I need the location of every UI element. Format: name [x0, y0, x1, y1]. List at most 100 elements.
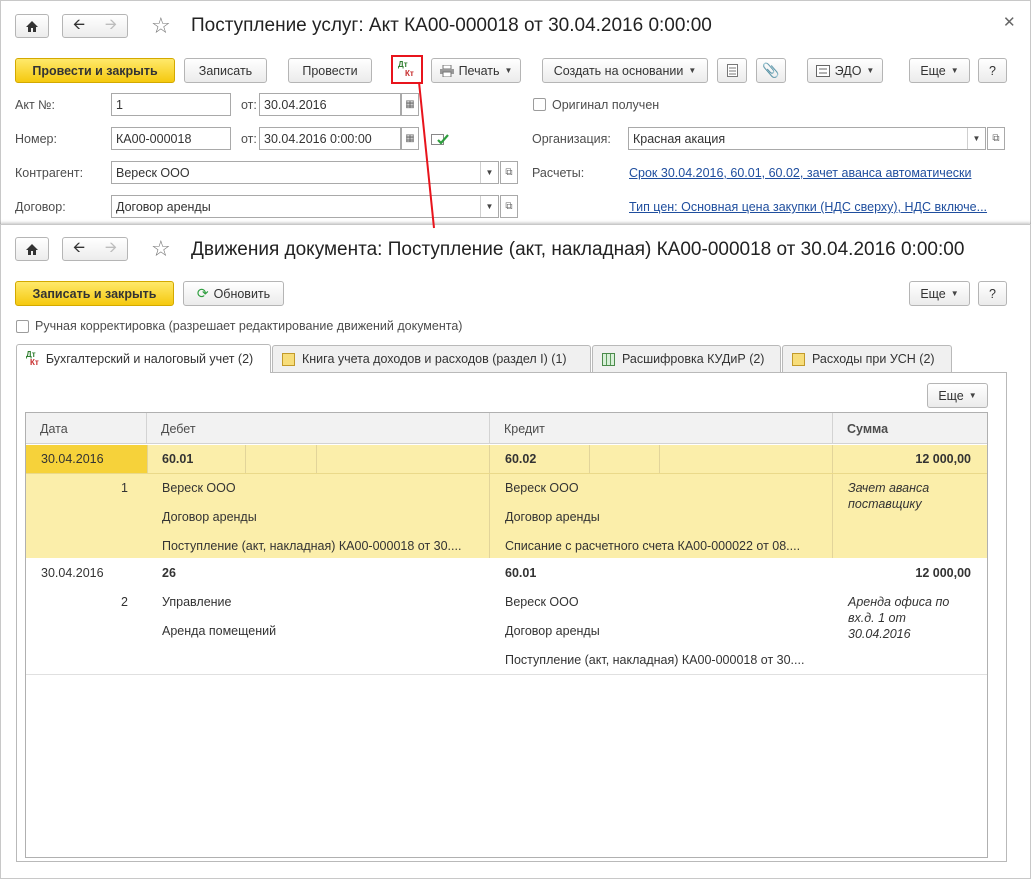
forward-arrow-icon[interactable]: 🡪: [95, 15, 127, 37]
kt-label: Кт: [405, 69, 414, 78]
home-icon: [26, 243, 38, 255]
chevron-down-icon: ▼: [950, 66, 959, 75]
contractor-field[interactable]: Вереск ООО ▼: [111, 161, 499, 184]
grid-more-label: Еще: [938, 388, 964, 403]
save-button[interactable]: Записать: [184, 58, 267, 83]
home-button[interactable]: [15, 237, 49, 261]
open-icon[interactable]: ⧉: [500, 195, 518, 218]
tab-usn-expenses-label: Расходы при УСН (2): [812, 352, 935, 366]
help-button[interactable]: ?: [978, 281, 1007, 306]
row-date: 30.04.2016: [41, 566, 104, 580]
calendar-icon[interactable]: ▦: [401, 127, 419, 150]
number-field[interactable]: КА00-000018: [111, 127, 231, 150]
edo-label: ЭДО: [834, 63, 862, 78]
tab-income-book[interactable]: Книга учета доходов и расходов (раздел I…: [272, 345, 591, 372]
refresh-label: Обновить: [213, 286, 271, 301]
row-date: 30.04.2016: [41, 452, 104, 466]
debit-account: 60.01: [162, 452, 194, 466]
contract-field[interactable]: Договор аренды ▼: [111, 195, 499, 218]
more-button[interactable]: Еще ▼: [909, 58, 970, 83]
more-button[interactable]: Еще ▼: [909, 281, 970, 306]
document-icon: [726, 64, 738, 77]
credit-account: 60.02: [505, 452, 537, 466]
open-icon[interactable]: ⧉: [987, 127, 1005, 150]
register-icon: [282, 352, 295, 366]
chevron-down-icon: ▼: [968, 391, 977, 400]
debit-subconto-1: Вереск ООО: [162, 481, 236, 495]
column-header-date[interactable]: Дата: [26, 413, 147, 444]
movements-table: Дата Дебет Кредит Сумма 30.04.2016 1 60.…: [25, 412, 988, 858]
kt-label: Кт: [30, 358, 39, 367]
manual-correction-checkbox[interactable]: [16, 320, 29, 333]
number-date-field[interactable]: 30.04.2016 0:00:00: [259, 127, 401, 150]
chevron-down-icon[interactable]: ▼: [480, 196, 498, 217]
debit-subconto-2: Аренда помещений: [162, 624, 277, 638]
refresh-icon: ⟳: [196, 285, 209, 301]
document-window: 🡨 🡪 ☆ Поступление услуг: Акт КА00-000018…: [0, 0, 1031, 226]
credit-subconto-2: Договор аренды: [505, 510, 600, 524]
column-header-debit[interactable]: Дебет: [147, 413, 490, 444]
tab-income-book-label: Книга учета доходов и расходов (раздел I…: [302, 352, 567, 366]
edo-button[interactable]: ЭДО ▼: [807, 58, 883, 83]
number-label: Номер:: [15, 132, 57, 146]
back-arrow-icon[interactable]: 🡨: [63, 15, 95, 37]
create-based-on-button[interactable]: Создать на основании ▼: [542, 58, 708, 83]
chevron-down-icon[interactable]: ▼: [967, 128, 985, 149]
refresh-button[interactable]: ⟳ Обновить: [183, 281, 284, 306]
act-number-label: Акт №:: [15, 98, 56, 112]
save-and-close-button[interactable]: Записать и закрыть: [15, 281, 174, 306]
debit-subconto-1: Управление: [162, 595, 232, 609]
row-note-line-2: вх.д. 1 от: [848, 611, 906, 625]
back-arrow-icon[interactable]: 🡨: [63, 238, 95, 260]
grid-more-button[interactable]: Еще ▼: [927, 383, 988, 408]
chevron-down-icon[interactable]: ▼: [480, 162, 498, 183]
edo-icon: [815, 64, 830, 77]
document-report-button[interactable]: [717, 58, 747, 83]
debit-account: 26: [162, 566, 176, 580]
row-amount: 12 000,00: [915, 566, 971, 580]
row-number: 2: [121, 595, 128, 609]
tab-usn-expenses[interactable]: Расходы при УСН (2): [782, 345, 952, 372]
nav-history-group: 🡨 🡪: [62, 14, 128, 38]
table-row[interactable]: 30.04.2016 2 26 Управление Аренда помеще…: [26, 559, 987, 675]
post-and-close-button[interactable]: Провести и закрыть: [15, 58, 175, 83]
tab-accounting[interactable]: Дт Кт Бухгалтерский и налоговый учет (2): [16, 344, 271, 373]
print-button[interactable]: Печать ▼: [431, 58, 521, 83]
settlements-link[interactable]: Срок 30.04.2016, 60.01, 60.02, зачет ава…: [629, 166, 971, 180]
act-date-field[interactable]: 30.04.2016: [259, 93, 401, 116]
act-date-from-label: от:: [241, 98, 257, 112]
settlements-label: Расчеты:: [532, 166, 585, 180]
create-based-label: Создать на основании: [553, 63, 684, 78]
star-icon[interactable]: ☆: [151, 236, 171, 262]
row-note-line-1: Аренда офиса по: [848, 595, 950, 609]
tab-accounting-label: Бухгалтерский и налоговый учет (2): [45, 352, 254, 366]
credit-account: 60.01: [505, 566, 537, 580]
forward-arrow-icon[interactable]: 🡪: [95, 238, 127, 260]
organization-field[interactable]: Красная акация ▼: [628, 127, 986, 150]
attachments-button[interactable]: 📎: [756, 58, 786, 83]
chevron-down-icon: ▼: [688, 66, 697, 75]
debit-subconto-3: Поступление (акт, накладная) КА00-000018…: [162, 539, 462, 553]
row-note-line-2: поставщику: [848, 497, 922, 511]
table-row[interactable]: 30.04.2016 1 60.01 Вереск ООО Договор ар…: [26, 445, 987, 558]
page-title: Движения документа: Поступление (акт, на…: [191, 239, 965, 260]
close-icon[interactable]: ✕: [1003, 13, 1016, 31]
price-type-link[interactable]: Тип цен: Основная цена закупки (НДС свер…: [629, 200, 987, 214]
contractor-label: Контрагент:: [15, 166, 84, 180]
column-header-credit[interactable]: Кредит: [490, 413, 833, 444]
star-icon[interactable]: ☆: [151, 13, 171, 39]
open-icon[interactable]: ⧉: [500, 161, 518, 184]
act-number-field[interactable]: 1: [111, 93, 231, 116]
dt-kt-button[interactable]: Дт Кт: [391, 55, 423, 84]
more-label: Еще: [920, 286, 946, 301]
help-button[interactable]: ?: [978, 58, 1007, 83]
home-button[interactable]: [15, 14, 49, 38]
home-icon: [26, 20, 38, 32]
post-button[interactable]: Провести: [288, 58, 372, 83]
row-amount: 12 000,00: [915, 452, 971, 466]
original-received-checkbox[interactable]: [533, 98, 546, 111]
credit-subconto-2: Договор аренды: [505, 624, 600, 638]
tab-kudir-detail[interactable]: Расшифровка КУДиР (2): [592, 345, 781, 372]
column-header-amount[interactable]: Сумма: [833, 413, 987, 444]
calendar-icon[interactable]: ▦: [401, 93, 419, 116]
